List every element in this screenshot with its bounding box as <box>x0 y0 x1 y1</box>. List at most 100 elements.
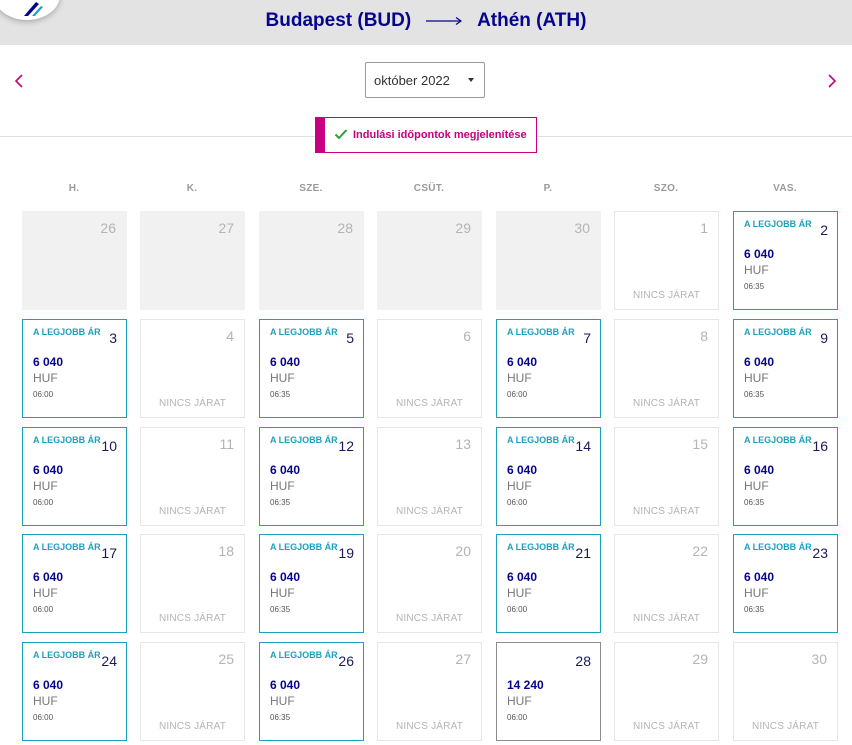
day-number: 26 <box>338 653 354 669</box>
departure-time: 06:00 <box>33 713 54 722</box>
fare-currency: HUF <box>744 263 769 277</box>
calendar-day-cell[interactable]: 17 A LEGJOBB ÁR 6 040 HUF 06:00 <box>22 534 127 633</box>
day-number: 1 <box>700 220 708 236</box>
day-number: 14 <box>575 438 591 454</box>
fare-price: 6 040 <box>744 463 775 477</box>
calendar-day-cell: 29 <box>377 211 482 310</box>
no-flight-label: NINCS JÁRAT <box>632 290 701 301</box>
show-departure-times-toggle[interactable]: Indulási időpontok megjelenítése <box>315 117 537 153</box>
no-flight-label: NINCS JÁRAT <box>751 721 820 732</box>
caret-down-icon <box>468 78 474 82</box>
calendar-day-cell[interactable]: 2 A LEGJOBB ÁR 6 040 HUF 06:35 <box>733 211 838 310</box>
calendar-day-cell: 25 NINCS JÁRAT <box>140 642 245 741</box>
fare-currency: HUF <box>33 586 58 600</box>
best-price-badge: A LEGJOBB ÁR <box>270 327 338 337</box>
fare-currency: HUF <box>270 694 295 708</box>
day-number: 18 <box>218 543 234 559</box>
calendar-day-cell: 28 <box>259 211 364 310</box>
calendar-day-cell[interactable]: 10 A LEGJOBB ÁR 6 040 HUF 06:00 <box>22 427 127 526</box>
best-price-badge: A LEGJOBB ÁR <box>744 219 812 229</box>
day-number: 6 <box>463 328 471 344</box>
calendar-day-cell[interactable]: 14 A LEGJOBB ÁR 6 040 HUF 06:00 <box>496 427 601 526</box>
best-price-badge: A LEGJOBB ÁR <box>744 327 812 337</box>
day-number: 4 <box>226 328 234 344</box>
best-price-badge: A LEGJOBB ÁR <box>33 435 101 445</box>
departure-time: 06:00 <box>33 605 54 614</box>
day-number: 9 <box>820 330 828 346</box>
calendar-day-cell[interactable]: 16 A LEGJOBB ÁR 6 040 HUF 06:35 <box>733 427 838 526</box>
best-price-badge: A LEGJOBB ÁR <box>507 542 575 552</box>
calendar-day-cell[interactable]: 23 A LEGJOBB ÁR 6 040 HUF 06:35 <box>733 534 838 633</box>
no-flight-label: NINCS JÁRAT <box>395 721 464 732</box>
calendar-day-cell[interactable]: 26 A LEGJOBB ÁR 6 040 HUF 06:35 <box>259 642 364 741</box>
calendar-day-cell: 6 NINCS JÁRAT <box>377 319 482 418</box>
calendar-day-cell[interactable]: 3 A LEGJOBB ÁR 6 040 HUF 06:00 <box>22 319 127 418</box>
calendar-day-cell[interactable]: 7 A LEGJOBB ÁR 6 040 HUF 06:00 <box>496 319 601 418</box>
day-number: 27 <box>455 651 471 667</box>
calendar-day-cell[interactable]: 5 A LEGJOBB ÁR 6 040 HUF 06:35 <box>259 319 364 418</box>
fare-price: 6 040 <box>507 570 538 584</box>
departure-time: 06:00 <box>507 390 528 399</box>
calendar-day-cell: 15 NINCS JÁRAT <box>614 427 719 526</box>
month-select[interactable]: október 2022 <box>365 62 485 98</box>
route-title: Budapest (BUD) Athén (ATH) <box>0 10 852 32</box>
chevron-left-icon <box>14 74 23 88</box>
no-flight-label: NINCS JÁRAT <box>632 613 701 624</box>
calendar-day-cell[interactable]: 21 A LEGJOBB ÁR 6 040 HUF 06:00 <box>496 534 601 633</box>
day-number: 11 <box>219 436 234 452</box>
day-number: 12 <box>338 438 354 454</box>
fare-price: 6 040 <box>270 678 301 692</box>
fare-currency: HUF <box>33 694 58 708</box>
calendar-day-cell: 8 NINCS JÁRAT <box>614 319 719 418</box>
next-month-button[interactable] <box>820 68 844 94</box>
departure-time: 06:00 <box>33 498 54 507</box>
day-number: 23 <box>812 545 828 561</box>
checkmark-icon <box>334 129 348 140</box>
best-price-badge: A LEGJOBB ÁR <box>270 435 338 445</box>
fare-currency: HUF <box>507 371 532 385</box>
no-flight-label: NINCS JÁRAT <box>632 721 701 732</box>
fare-currency: HUF <box>270 371 295 385</box>
prev-month-button[interactable] <box>8 68 32 94</box>
no-flight-label: NINCS JÁRAT <box>158 721 227 732</box>
calendar-day-cell: 27 <box>140 211 245 310</box>
fare-price: 6 040 <box>270 570 301 584</box>
best-price-badge: A LEGJOBB ÁR <box>33 650 101 660</box>
day-number: 21 <box>575 545 591 561</box>
departure-time: 06:00 <box>507 498 528 507</box>
day-number: 30 <box>574 220 590 236</box>
toggle-accent-bar <box>316 118 325 152</box>
departure-time: 06:35 <box>270 498 291 507</box>
departure-time: 06:35 <box>270 605 291 614</box>
calendar-day-cell[interactable]: 19 A LEGJOBB ÁR 6 040 HUF 06:35 <box>259 534 364 633</box>
calendar-day-cell[interactable]: 9 A LEGJOBB ÁR 6 040 HUF 06:35 <box>733 319 838 418</box>
weekday-header: SZE. <box>299 183 323 194</box>
no-flight-label: NINCS JÁRAT <box>395 398 464 409</box>
day-number: 13 <box>455 436 471 452</box>
calendar-day-cell: 22 NINCS JÁRAT <box>614 534 719 633</box>
calendar-day-cell: 27 NINCS JÁRAT <box>377 642 482 741</box>
no-flight-label: NINCS JÁRAT <box>395 613 464 624</box>
day-number: 24 <box>101 653 117 669</box>
destination-label: Athén (ATH) <box>477 10 587 32</box>
fare-price: 6 040 <box>507 463 538 477</box>
fare-currency: HUF <box>33 371 58 385</box>
no-flight-label: NINCS JÁRAT <box>158 613 227 624</box>
weekday-header: SZO. <box>653 183 679 194</box>
fare-price: 6 040 <box>33 355 64 369</box>
no-flight-label: NINCS JÁRAT <box>395 506 464 517</box>
fare-price: 6 040 <box>33 570 64 584</box>
calendar-day-cell[interactable]: 12 A LEGJOBB ÁR 6 040 HUF 06:35 <box>259 427 364 526</box>
no-flight-label: NINCS JÁRAT <box>158 398 227 409</box>
fare-currency: HUF <box>270 586 295 600</box>
day-number: 17 <box>101 545 117 561</box>
calendar-day-cell[interactable]: 28 14 240 HUF 06:00 <box>496 642 601 741</box>
chevron-right-icon <box>828 74 837 88</box>
departure-time: 06:35 <box>744 282 765 291</box>
calendar-day-cell[interactable]: 24 A LEGJOBB ÁR 6 040 HUF 06:00 <box>22 642 127 741</box>
day-number: 30 <box>811 651 827 667</box>
fare-price: 14 240 <box>507 678 544 692</box>
long-arrow-right-icon <box>424 10 464 32</box>
fare-price: 6 040 <box>507 355 538 369</box>
day-number: 28 <box>337 220 353 236</box>
